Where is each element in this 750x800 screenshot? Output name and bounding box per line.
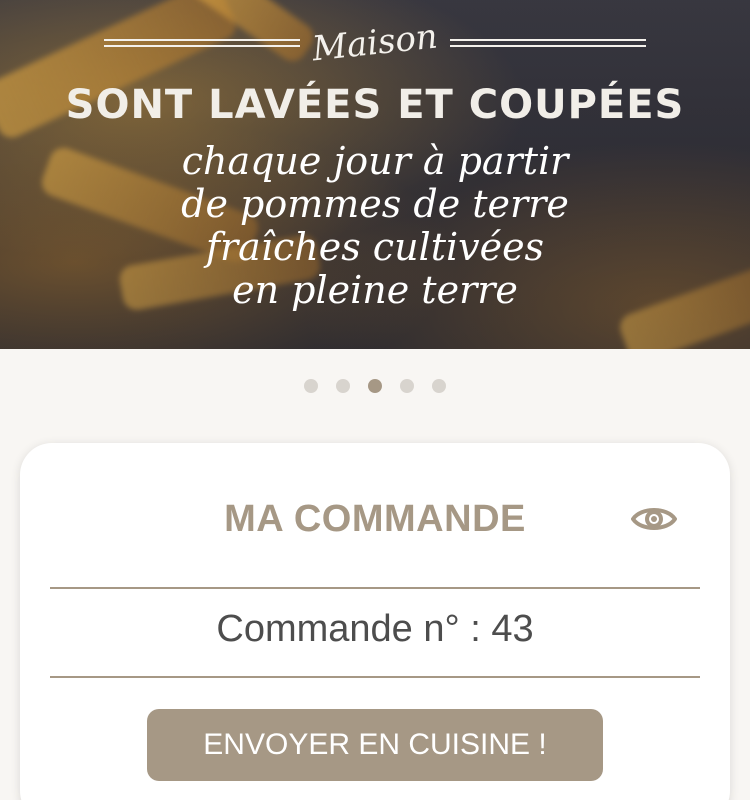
hero-subtext-line: chaque jour à partir xyxy=(181,139,569,183)
divider-bottom xyxy=(50,676,700,678)
hero-subtext-line: fraîches cultivées xyxy=(205,225,545,269)
carousel-pagination xyxy=(0,379,750,393)
divider-rule xyxy=(104,39,301,47)
divider-rule xyxy=(449,39,646,47)
carousel-dot[interactable] xyxy=(432,379,446,393)
hero-subtext: chaque jour à partir de pommes de terre … xyxy=(0,140,750,312)
eye-icon[interactable] xyxy=(630,501,678,537)
carousel-dot[interactable] xyxy=(368,379,382,393)
divider-top xyxy=(50,587,700,589)
maison-title-row: Maison xyxy=(104,16,646,70)
order-number: Commande n° : 43 xyxy=(216,608,534,650)
maison-script-text: Maison xyxy=(310,16,440,70)
hero-subtext-line: de pommes de terre xyxy=(181,182,569,226)
carousel-dot[interactable] xyxy=(304,379,318,393)
hero-banner: Maison SONT LAVÉES ET COUPÉES chaque jou… xyxy=(0,0,750,349)
carousel-dot[interactable] xyxy=(336,379,350,393)
hero-headline: SONT LAVÉES ET COUPÉES xyxy=(65,82,685,128)
hero-subtext-line: en pleine terre xyxy=(232,268,518,312)
carousel-dot[interactable] xyxy=(400,379,414,393)
send-to-kitchen-button[interactable]: ENVOYER EN CUISINE ! xyxy=(147,709,603,781)
